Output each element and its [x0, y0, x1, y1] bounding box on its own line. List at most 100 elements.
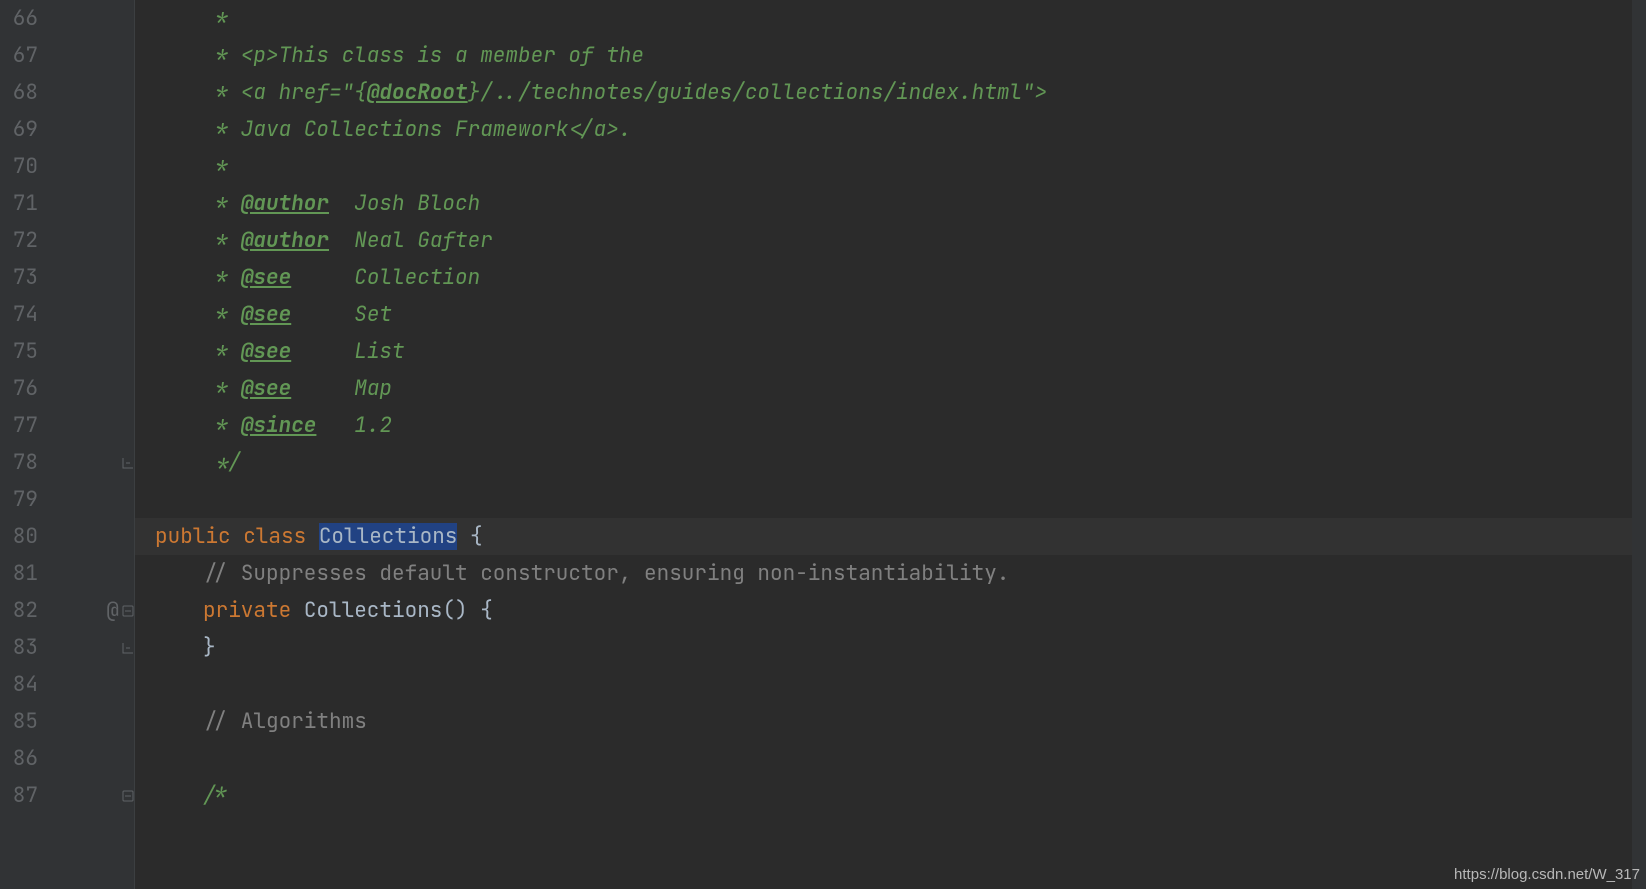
gutter-row[interactable]: 83 — [0, 629, 134, 666]
watermark-text: https://blog.csdn.net/W_317 — [1454, 866, 1640, 883]
fold-end-icon[interactable] — [122, 642, 134, 654]
line-number: 81 — [13, 560, 38, 587]
code-token: () { — [442, 597, 492, 624]
code-area[interactable]: * * <p>This class is a member of the * <… — [135, 0, 1646, 889]
line-number: 67 — [13, 42, 38, 69]
code-line[interactable]: // Suppresses default constructor, ensur… — [135, 555, 1646, 592]
line-number: 82 — [13, 597, 38, 624]
code-token: Collections — [319, 523, 458, 550]
code-token: // Algorithms — [203, 708, 367, 735]
code-token: * — [203, 338, 241, 365]
code-token: { — [457, 523, 482, 550]
code-line[interactable]: * <a href="{@docRoot}/../technotes/guide… — [135, 74, 1646, 111]
gutter-row[interactable]: 66 — [0, 0, 134, 37]
gutter[interactable]: 66 67 6869 70 71 72 73 74 75 76 77 7879 80 81 82 @83 84 8… — [0, 0, 135, 889]
line-number: 83 — [13, 634, 38, 661]
fold-end-icon[interactable] — [122, 457, 134, 469]
line-number: 70 — [13, 153, 38, 180]
line-number: 75 — [13, 338, 38, 365]
gutter-row[interactable]: 81 — [0, 555, 134, 592]
vertical-scrollbar[interactable] — [1632, 0, 1646, 889]
code-token: Collections — [304, 597, 443, 624]
fold-start-icon[interactable] — [122, 605, 134, 617]
code-line[interactable]: * — [135, 148, 1646, 185]
code-token: }/../technotes/guides/collections/index.… — [468, 79, 1048, 106]
code-token: @see — [241, 338, 291, 365]
gutter-row[interactable]: 77 — [0, 407, 134, 444]
gutter-row[interactable]: 73 — [0, 259, 134, 296]
code-token: * — [203, 375, 241, 402]
code-line[interactable]: * <p>This class is a member of the — [135, 37, 1646, 74]
code-line[interactable]: * @see Map — [135, 370, 1646, 407]
gutter-row[interactable]: 82 @ — [0, 592, 134, 629]
code-line[interactable]: * @since 1.2 — [135, 407, 1646, 444]
code-token: } — [203, 634, 216, 661]
code-token: * <a href="{ — [203, 79, 367, 106]
gutter-row[interactable]: 78 — [0, 444, 134, 481]
code-line[interactable]: * @see List — [135, 333, 1646, 370]
line-number: 80 — [13, 523, 38, 550]
code-token: * — [203, 190, 241, 217]
code-token: private — [203, 597, 304, 624]
gutter-row[interactable]: 86 — [0, 740, 134, 777]
code-token: Set — [291, 301, 392, 328]
code-token: // Suppresses default constructor, ensur… — [203, 560, 1009, 587]
code-line[interactable]: public class Collections { — [135, 518, 1646, 555]
line-number: 85 — [13, 708, 38, 735]
code-token: */ — [203, 449, 241, 476]
code-line[interactable] — [135, 666, 1646, 703]
code-line[interactable]: * — [135, 0, 1646, 37]
gutter-row[interactable]: 71 — [0, 185, 134, 222]
code-token: @see — [241, 301, 291, 328]
code-token: 1.2 — [316, 412, 392, 439]
gutter-row[interactable]: 80 — [0, 518, 134, 555]
code-token: @docRoot — [367, 79, 468, 106]
gutter-row[interactable]: 67 — [0, 37, 134, 74]
gutter-row[interactable]: 84 — [0, 666, 134, 703]
code-line[interactable]: * @author Josh Bloch — [135, 185, 1646, 222]
gutter-row[interactable]: 85 — [0, 703, 134, 740]
gutter-row[interactable]: 70 — [0, 148, 134, 185]
code-line[interactable] — [135, 740, 1646, 777]
code-token: @see — [241, 375, 291, 402]
code-line[interactable]: */ — [135, 444, 1646, 481]
code-line[interactable]: } — [135, 629, 1646, 666]
gutter-annotation-icon[interactable]: @ — [106, 600, 119, 621]
gutter-row[interactable]: 72 — [0, 222, 134, 259]
code-token: /* — [203, 782, 228, 809]
code-token: Neal Gafter — [329, 227, 493, 254]
line-number: 86 — [13, 745, 38, 772]
code-token: * — [203, 301, 241, 328]
line-number: 71 — [13, 190, 38, 217]
code-token: List — [291, 338, 404, 365]
code-line[interactable]: * @author Neal Gafter — [135, 222, 1646, 259]
code-token: Josh Bloch — [329, 190, 480, 217]
code-token: Map — [291, 375, 392, 402]
code-token: * — [203, 153, 228, 180]
line-number: 76 — [13, 375, 38, 402]
gutter-row[interactable]: 69 — [0, 111, 134, 148]
line-number: 87 — [13, 782, 38, 809]
code-line[interactable]: /* — [135, 777, 1646, 814]
code-editor[interactable]: 66 67 6869 70 71 72 73 74 75 76 77 7879 80 81 82 @83 84 8… — [0, 0, 1646, 889]
gutter-row[interactable]: 76 — [0, 370, 134, 407]
code-token: * — [203, 5, 228, 32]
gutter-row[interactable]: 75 — [0, 333, 134, 370]
gutter-row[interactable]: 68 — [0, 74, 134, 111]
gutter-row[interactable]: 87 — [0, 777, 134, 814]
code-token: * — [203, 264, 241, 291]
line-number: 73 — [13, 264, 38, 291]
code-token: * — [203, 227, 241, 254]
gutter-row[interactable]: 79 — [0, 481, 134, 518]
code-line[interactable]: * @see Collection — [135, 259, 1646, 296]
code-line[interactable]: private Collections() { — [135, 592, 1646, 629]
code-line[interactable] — [135, 481, 1646, 518]
line-number: 84 — [13, 671, 38, 698]
fold-start-icon[interactable] — [122, 790, 134, 802]
code-token: @author — [241, 190, 329, 217]
gutter-row[interactable]: 74 — [0, 296, 134, 333]
code-line[interactable]: * @see Set — [135, 296, 1646, 333]
code-line[interactable]: * Java Collections Framework</a>. — [135, 111, 1646, 148]
line-number: 77 — [13, 412, 38, 439]
code-line[interactable]: // Algorithms — [135, 703, 1646, 740]
